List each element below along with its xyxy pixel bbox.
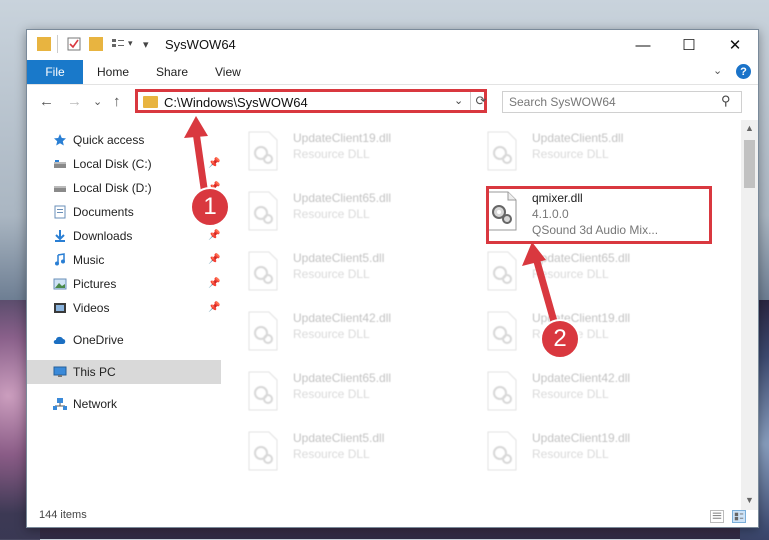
tab-file[interactable]: File: [27, 60, 83, 84]
search-placeholder: Search SysWOW64: [509, 95, 616, 109]
network-icon: [53, 398, 67, 410]
dll-file-icon: [487, 131, 517, 171]
pin-icon[interactable]: 📌: [208, 254, 220, 265]
cloud-icon: [53, 336, 66, 344]
properties-icon[interactable]: [67, 37, 81, 51]
new-folder-icon[interactable]: [89, 37, 103, 51]
file-item[interactable]: UpdateClient65.dll Resource DLL: [247, 366, 472, 422]
scroll-down-icon[interactable]: ▼: [741, 492, 758, 508]
drive-icon: [54, 160, 66, 168]
close-button[interactable]: ✕: [712, 30, 758, 60]
details-view-icon[interactable]: [710, 510, 724, 523]
sidebar-item-this-pc[interactable]: This PC: [27, 360, 221, 384]
file-item[interactable]: UpdateClient5.dll Resource DLL: [247, 246, 472, 302]
file-item[interactable]: UpdateClient5.dll Resource DLL: [247, 426, 472, 482]
vertical-scrollbar[interactable]: ▲ ▼: [741, 120, 758, 510]
tab-view[interactable]: View: [215, 65, 241, 79]
pin-icon[interactable]: 📌: [208, 302, 220, 313]
scroll-up-icon[interactable]: ▲: [741, 120, 758, 136]
maximize-button[interactable]: ☐: [666, 30, 712, 60]
step-1-badge: 1: [190, 187, 230, 227]
forward-button[interactable]: →: [67, 93, 82, 110]
dll-file-icon: [248, 251, 278, 291]
pin-icon[interactable]: 📌: [208, 158, 220, 169]
pin-icon[interactable]: 📌: [208, 230, 220, 241]
folder-icon: [143, 96, 158, 108]
documents-icon: [54, 205, 66, 219]
dll-file-icon: [487, 371, 517, 411]
navigation-bar: ← → ⌄ ↑ C:\Windows\SysWOW64 ⌄ ⟳ Search S…: [27, 85, 758, 119]
customize-qa-icon[interactable]: [111, 37, 125, 51]
dll-file-icon: [248, 311, 278, 351]
window-title: SysWOW64: [165, 37, 236, 52]
download-icon: [55, 230, 65, 242]
refresh-button[interactable]: ⟳: [470, 92, 491, 110]
file-item[interactable]: UpdateClient65.dll Resource DLL: [486, 246, 711, 302]
music-icon: [55, 253, 65, 266]
address-dropdown-icon[interactable]: ⌄: [454, 94, 463, 107]
scroll-thumb[interactable]: [744, 140, 755, 188]
drive-icon: [54, 186, 66, 192]
file-list: UpdateClient19.dll Resource DLL UpdateCl…: [221, 120, 741, 510]
dll-file-icon: [248, 191, 278, 231]
dll-file-icon: [487, 251, 517, 291]
back-button[interactable]: ←: [39, 93, 54, 110]
file-item[interactable]: UpdateClient42.dll Resource DLL: [247, 306, 472, 362]
videos-icon: [54, 303, 66, 313]
file-item[interactable]: UpdateClient5.dll Resource DLL: [486, 126, 711, 182]
computer-icon: [53, 366, 67, 377]
file-item[interactable]: UpdateClient19.dll Resource DLL: [247, 126, 472, 182]
file-explorer-window: ▾ ▾ SysWOW64 — ☐ ✕ File Home Share View …: [26, 29, 759, 528]
star-icon: [54, 134, 66, 146]
file-item[interactable]: UpdateClient42.dll Resource DLL: [486, 366, 711, 422]
sidebar-item-network[interactable]: Network: [27, 392, 221, 416]
pictures-icon: [53, 278, 67, 290]
item-count: 144 items: [39, 509, 87, 521]
file-item[interactable]: UpdateClient19.dll Resource DLL: [486, 306, 711, 362]
navigation-pane: Quick access Local Disk (C:) 📌 Local Dis…: [27, 120, 221, 510]
dll-file-icon: [487, 431, 517, 471]
title-bar: ▾ ▾ SysWOW64 — ☐ ✕: [27, 30, 758, 60]
file-item[interactable]: UpdateClient65.dll Resource DLL: [247, 186, 472, 242]
sidebar-item-videos[interactable]: Videos 📌: [27, 296, 221, 320]
up-button[interactable]: ↑: [113, 93, 121, 110]
tab-home[interactable]: Home: [97, 65, 129, 79]
dll-file-icon: [248, 431, 278, 471]
qmixer-highlight-box: [486, 186, 712, 244]
search-icon[interactable]: ⚲: [721, 93, 731, 109]
expand-ribbon-icon[interactable]: ⌄: [713, 64, 722, 77]
sidebar-item-onedrive[interactable]: OneDrive: [27, 328, 221, 352]
folder-icon: [37, 37, 51, 51]
address-path[interactable]: C:\Windows\SysWOW64: [164, 95, 308, 110]
ribbon-tabs: File Home Share View ⌄ ?: [27, 60, 758, 85]
recent-locations-button[interactable]: ⌄: [93, 95, 102, 108]
sidebar-item-local-disk-c[interactable]: Local Disk (C:) 📌: [27, 152, 221, 176]
file-item[interactable]: UpdateClient19.dll Resource DLL: [486, 426, 711, 482]
minimize-button[interactable]: —: [620, 30, 666, 60]
tiles-view-icon[interactable]: [732, 510, 746, 523]
dll-file-icon: [248, 371, 278, 411]
sidebar-item-quick-access[interactable]: Quick access: [27, 128, 221, 152]
sidebar-item-pictures[interactable]: Pictures 📌: [27, 272, 221, 296]
tab-share[interactable]: Share: [156, 65, 188, 79]
pin-icon[interactable]: 📌: [208, 278, 220, 289]
step-2-badge: 2: [540, 319, 580, 359]
search-input[interactable]: Search SysWOW64 ⚲: [502, 91, 742, 113]
help-icon[interactable]: ?: [736, 64, 751, 79]
qa-dropdown-icon[interactable]: ▾: [143, 38, 149, 51]
separator: [57, 35, 58, 53]
address-bar[interactable]: C:\Windows\SysWOW64 ⌄ ⟳: [135, 89, 487, 113]
dropdown-caret-icon[interactable]: ▾: [128, 38, 133, 49]
status-bar: 144 items: [27, 508, 758, 527]
sidebar-item-downloads[interactable]: Downloads 📌: [27, 224, 221, 248]
dll-file-icon: [487, 311, 517, 351]
dll-file-icon: [248, 131, 278, 171]
sidebar-item-music[interactable]: Music 📌: [27, 248, 221, 272]
